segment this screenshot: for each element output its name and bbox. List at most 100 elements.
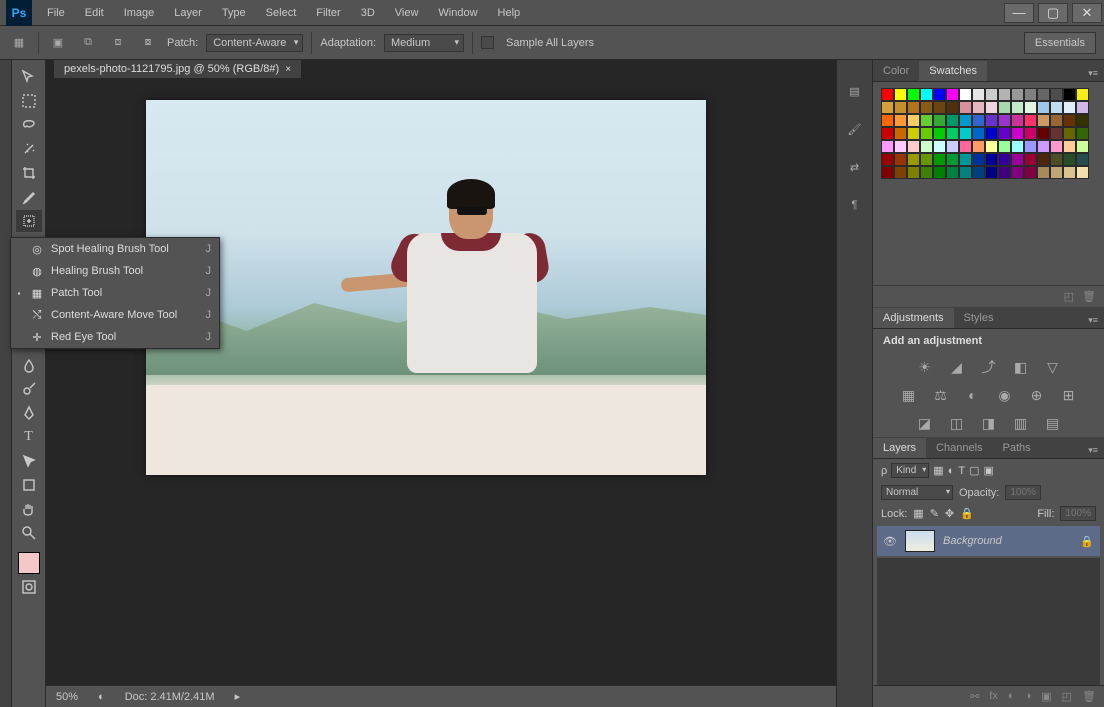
swatch-color[interactable] (985, 127, 998, 140)
swatch-color[interactable] (920, 153, 933, 166)
swatch-color[interactable] (1050, 166, 1063, 179)
swatch-color[interactable] (959, 166, 972, 179)
tab-swatches[interactable]: Swatches (919, 61, 987, 81)
canvas[interactable] (146, 100, 706, 475)
swatch-color[interactable] (1050, 101, 1063, 114)
swatch-color[interactable] (1037, 153, 1050, 166)
swatch-color[interactable] (1024, 127, 1037, 140)
adj-gradmap-icon[interactable]: ▥ (1011, 414, 1031, 432)
swatch-color[interactable] (894, 153, 907, 166)
swatch-color[interactable] (1076, 101, 1089, 114)
swatch-color[interactable] (1024, 140, 1037, 153)
swatch-color[interactable] (1024, 101, 1037, 114)
patch-mode-subtract[interactable]: ⧈ (107, 32, 129, 54)
swatch-color[interactable] (1037, 166, 1050, 179)
swatch-color[interactable] (907, 88, 920, 101)
brushes-panel-icon[interactable]: 🖌 (844, 118, 866, 140)
layer-filter-dropdown[interactable]: Kind (891, 463, 929, 478)
zoom-tool[interactable] (16, 522, 42, 544)
adj-brightness-icon[interactable]: ☀ (915, 358, 935, 376)
swatch-color[interactable] (998, 127, 1011, 140)
swatch-color[interactable] (1011, 166, 1024, 179)
swatch-color[interactable] (933, 166, 946, 179)
rect-marquee-tool[interactable] (16, 90, 42, 112)
swatch-color[interactable] (946, 88, 959, 101)
swatch-color[interactable] (1076, 140, 1089, 153)
filter-shape-icon[interactable]: ▢ (969, 464, 979, 477)
menu-select[interactable]: Select (257, 3, 306, 23)
swatch-color[interactable] (933, 140, 946, 153)
swatch-color[interactable] (920, 114, 933, 127)
lock-all-icon[interactable]: 🔒 (960, 507, 974, 520)
layer-visibility-icon[interactable]: 👁 (883, 535, 897, 548)
swatch-color[interactable] (1024, 166, 1037, 179)
swatch-color[interactable] (985, 101, 998, 114)
new-adj-layer-icon[interactable]: ◑ (1025, 690, 1032, 703)
adj-lookup-icon[interactable]: ⊞ (1059, 386, 1079, 404)
delete-swatch-icon[interactable]: 🗑 (1082, 290, 1096, 303)
link-layers-icon[interactable]: ⚯ (970, 690, 979, 703)
eyedropper-tool[interactable] (16, 186, 42, 208)
swatch-color[interactable] (1011, 127, 1024, 140)
adj-exposure-icon[interactable]: ◧ (1011, 358, 1031, 376)
move-tool[interactable] (16, 66, 42, 88)
sample-all-checkbox[interactable] (481, 36, 494, 49)
swatch-color[interactable] (972, 88, 985, 101)
swatch-color[interactable] (1011, 114, 1024, 127)
swatch-color[interactable] (894, 101, 907, 114)
swatch-color[interactable] (894, 127, 907, 140)
swatch-color[interactable] (881, 140, 894, 153)
layer-name[interactable]: Background (943, 535, 1072, 547)
layers-panel-menu[interactable]: ▾≡ (1082, 443, 1104, 458)
adj-balance-icon[interactable]: ⚖ (931, 386, 951, 404)
menu-layer[interactable]: Layer (165, 3, 211, 23)
swatch-color[interactable] (1050, 88, 1063, 101)
swatch-color[interactable] (933, 127, 946, 140)
pen-tool[interactable] (16, 402, 42, 424)
swatch-color[interactable] (972, 153, 985, 166)
tab-paths[interactable]: Paths (993, 438, 1041, 458)
swatch-color[interactable] (907, 101, 920, 114)
document-tab[interactable]: pexels-photo-1121795.jpg @ 50% (RGB/8#) … (54, 60, 301, 78)
menu-3d[interactable]: 3D (352, 3, 384, 23)
swatch-color[interactable] (946, 140, 959, 153)
swatch-color[interactable] (972, 101, 985, 114)
swatch-color[interactable] (894, 88, 907, 101)
tab-layers[interactable]: Layers (873, 438, 926, 458)
menu-type[interactable]: Type (213, 3, 255, 23)
swatch-color[interactable] (1011, 153, 1024, 166)
swatch-color[interactable] (1063, 166, 1076, 179)
close-tab-icon[interactable]: × (285, 64, 291, 75)
maximize-button[interactable]: ▢ (1038, 3, 1068, 23)
menu-filter[interactable]: Filter (307, 3, 349, 23)
filter-pixel-icon[interactable]: ▦ (933, 464, 943, 477)
swatch-color[interactable] (972, 166, 985, 179)
magic-wand-tool[interactable] (16, 138, 42, 160)
blend-mode-dropdown[interactable]: Normal (881, 485, 953, 500)
hand-tool[interactable] (16, 498, 42, 520)
adj-curves-icon[interactable]: ⤴ (979, 358, 999, 376)
swatch-color[interactable] (959, 88, 972, 101)
new-layer-icon[interactable]: ◰ (1062, 690, 1072, 703)
patch-mode-intersect[interactable]: ⧇ (137, 32, 159, 54)
flyout-patch[interactable]: ▪▦ Patch ToolJ (11, 282, 219, 304)
swatch-color[interactable] (1076, 127, 1089, 140)
swatch-color[interactable] (1024, 114, 1037, 127)
swatch-color[interactable] (959, 127, 972, 140)
quickmask-toggle[interactable] (16, 576, 42, 598)
swatch-color[interactable] (1037, 127, 1050, 140)
swatch-color[interactable] (894, 114, 907, 127)
tab-styles[interactable]: Styles (954, 308, 1004, 328)
layer-thumbnail[interactable] (905, 530, 935, 552)
new-swatch-icon[interactable]: ◰ (1064, 290, 1074, 303)
blur-tool[interactable] (16, 354, 42, 376)
swatch-color[interactable] (946, 114, 959, 127)
workspace-switcher[interactable]: Essentials (1024, 32, 1096, 54)
flyout-healing-brush[interactable]: ◍ Healing Brush ToolJ (11, 260, 219, 282)
swatch-color[interactable] (933, 114, 946, 127)
swatch-color[interactable] (985, 114, 998, 127)
swatch-color[interactable] (907, 166, 920, 179)
adj-hue-icon[interactable]: ▦ (899, 386, 919, 404)
layer-fx-icon[interactable]: fx (989, 690, 998, 703)
swatch-color[interactable] (1076, 88, 1089, 101)
